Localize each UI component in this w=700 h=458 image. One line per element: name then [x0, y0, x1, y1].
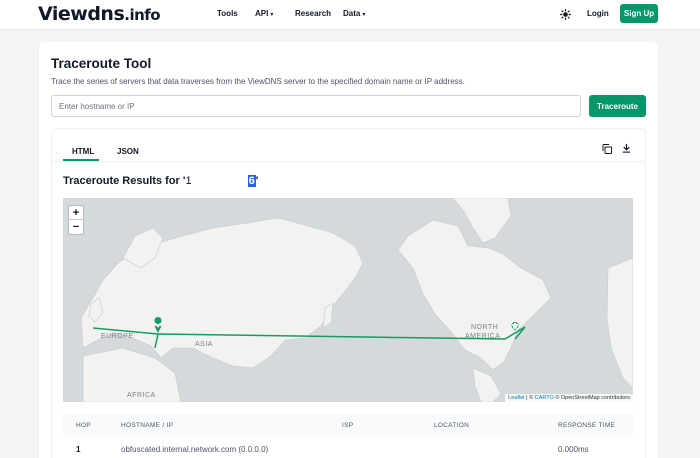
- world-map-graphic: [63, 198, 633, 402]
- table-header: HOP HOSTNAME / IP ISP LOCATION RESPONSE …: [63, 414, 633, 436]
- nav-api[interactable]: API ▾: [255, 9, 273, 18]
- tab-html[interactable]: HTML: [72, 147, 94, 156]
- th-location: LOCATION: [434, 422, 470, 429]
- leaflet-link[interactable]: Leaflet: [508, 395, 525, 401]
- map-label-africa: AFRICA: [127, 392, 156, 399]
- signup-button[interactable]: Sign Up: [620, 4, 658, 23]
- top-navbar: Viewdns.info Tools API ▾ Research Data ▾ L…: [0, 0, 700, 30]
- login-link[interactable]: Login: [587, 9, 609, 18]
- th-hop: HOP: [76, 422, 91, 429]
- nav-research[interactable]: Research: [295, 9, 331, 18]
- map-attribution: Leaflet | © CARTO © OpenStreetMap contri…: [505, 394, 633, 402]
- zoom-in-button[interactable]: +: [69, 206, 83, 220]
- chevron-down-icon: ▾: [362, 12, 366, 18]
- cell-response-time: 0.000ms: [558, 445, 589, 454]
- cell-hostname: obfuscated.internal.network.com (0.0.0.0…: [121, 445, 269, 454]
- zoom-out-button[interactable]: −: [69, 220, 83, 234]
- download-icon[interactable]: [621, 142, 632, 154]
- map-zoom-control: + −: [68, 205, 84, 235]
- map-label-asia: ASIA: [195, 341, 213, 348]
- tab-json[interactable]: JSON: [117, 147, 139, 156]
- page-title: Traceroute Tool: [51, 56, 152, 71]
- chevron-down-icon: ▾: [270, 12, 274, 18]
- table-row: 1 obfuscated.internal.network.com (0.0.0…: [63, 436, 633, 458]
- results-heading: Traceroute Results for '1 6': [63, 175, 259, 187]
- traceroute-card: Traceroute Tool Trace the series of serv…: [39, 42, 658, 458]
- nav-tools[interactable]: Tools: [217, 9, 238, 18]
- copy-icon[interactable]: [601, 143, 613, 155]
- sun-icon[interactable]: [560, 9, 571, 20]
- carto-link[interactable]: CARTO: [535, 395, 554, 401]
- hostname-input[interactable]: [51, 95, 581, 117]
- map-label-america: AMERICA: [465, 333, 501, 340]
- cell-hop: 1: [76, 445, 81, 454]
- th-isp: ISP: [342, 422, 354, 429]
- map-label-europe: EUROPE: [101, 333, 134, 340]
- th-hostname: HOSTNAME / IP: [121, 422, 174, 429]
- viewdns-logo[interactable]: Viewdns.info: [38, 4, 161, 25]
- results-panel: HTML JSON Traceroute Results for '1 6' E…: [51, 128, 646, 458]
- traceroute-button[interactable]: Traceroute: [589, 95, 646, 117]
- page-subtitle: Trace the series of servers that data tr…: [51, 77, 465, 86]
- th-response-time: RESPONSE TIME: [558, 422, 616, 429]
- active-tab-indicator: [63, 159, 99, 161]
- traceroute-map[interactable]: EUROPE ASIA AFRICA NORTH AMERICA + − Lea…: [63, 198, 633, 402]
- nav-data[interactable]: Data ▾: [343, 9, 365, 18]
- results-tabs: HTML JSON: [52, 129, 645, 162]
- map-label-north: NORTH: [471, 324, 499, 331]
